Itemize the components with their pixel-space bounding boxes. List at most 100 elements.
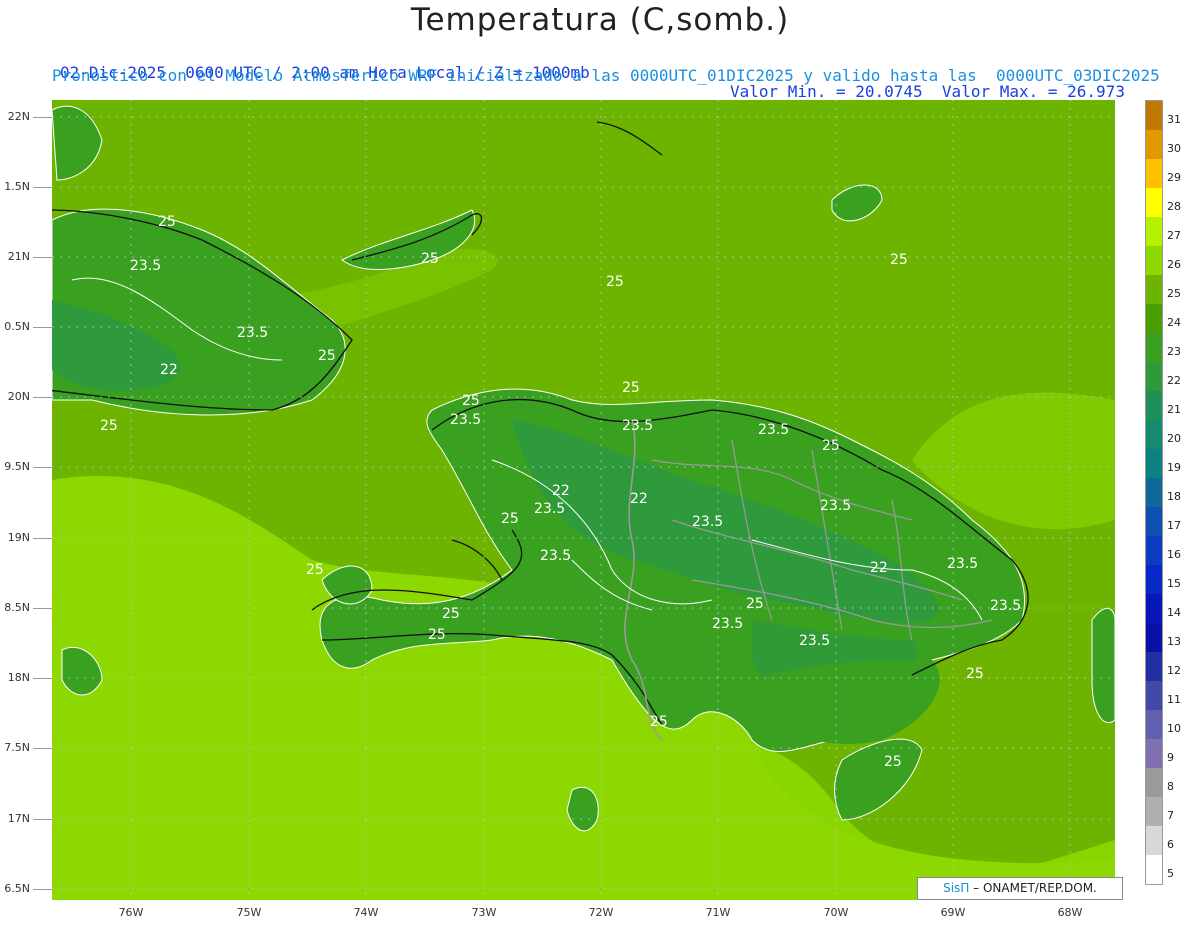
- colorbar-label: 21: [1167, 402, 1181, 416]
- contour-label: 25: [650, 714, 668, 730]
- colorbar: [1145, 100, 1163, 885]
- colorbar-label: 25: [1167, 286, 1181, 300]
- colorbar-swatch: [1146, 681, 1162, 710]
- y-tick: [33, 538, 52, 539]
- colorbar-swatch: [1146, 391, 1162, 420]
- y-label-17n: 17N: [7, 812, 30, 825]
- contour-label: 22: [630, 491, 648, 507]
- colorbar-swatch: [1146, 652, 1162, 681]
- y-tick: [33, 327, 52, 328]
- model-info-label: Pronostico con el Modelo Atmosferico WRF…: [52, 66, 1160, 85]
- x-label-72w: 72W: [588, 906, 614, 919]
- y-label-19n: 19N: [7, 531, 30, 544]
- contour-label: 25: [421, 251, 439, 267]
- contour-label: 22: [160, 362, 178, 378]
- contour-label: 23.5: [450, 412, 481, 428]
- colorbar-label: 17: [1167, 518, 1181, 532]
- colorbar-swatch: [1146, 159, 1162, 188]
- contour-label: 25: [822, 438, 840, 454]
- colorbar-swatch: [1146, 217, 1162, 246]
- x-label-69w: 69W: [940, 906, 966, 919]
- brand-logo-text: SisΠ: [943, 881, 970, 895]
- contour-label: 25: [462, 393, 480, 409]
- y-tick: [33, 117, 52, 118]
- colorbar-swatch: [1146, 246, 1162, 275]
- colorbar-label: 8: [1167, 779, 1174, 793]
- colorbar-label: 19: [1167, 460, 1181, 474]
- contour-label: 25: [622, 380, 640, 396]
- colorbar-swatch: [1146, 594, 1162, 623]
- contour-label: 25: [318, 348, 336, 364]
- colorbar-swatch: [1146, 304, 1162, 333]
- colorbar-label: 13: [1167, 634, 1181, 648]
- colorbar-swatch: [1146, 362, 1162, 391]
- colorbar-swatch: [1146, 130, 1162, 159]
- colorbar-label: 7: [1167, 808, 1174, 822]
- colorbar-label: 31: [1167, 112, 1181, 126]
- contour-label: 22: [870, 560, 888, 576]
- x-label-73w: 73W: [471, 906, 497, 919]
- contour-label: 25: [100, 418, 118, 434]
- contour-label: 23.5: [758, 422, 789, 438]
- colorbar-swatch: [1146, 275, 1162, 304]
- y-label-18-5n: 8.5N: [4, 601, 30, 614]
- colorbar-label: 29: [1167, 170, 1181, 184]
- contour-label: 25: [746, 596, 764, 612]
- y-label-22n: 22N: [7, 110, 30, 123]
- contour-label: 23.5: [799, 633, 830, 649]
- colorbar-swatch: [1146, 101, 1162, 130]
- y-tick: [33, 748, 52, 749]
- y-tick: [33, 819, 52, 820]
- colorbar-label: 30: [1167, 141, 1181, 155]
- y-label-16-5n: 6.5N: [4, 882, 30, 895]
- colorbar-label: 16: [1167, 547, 1181, 561]
- y-tick: [33, 889, 52, 890]
- colorbar-label: 18: [1167, 489, 1181, 503]
- y-label-20-5n: 0.5N: [4, 320, 30, 333]
- colorbar-swatch: [1146, 507, 1162, 536]
- x-label-76w: 76W: [118, 906, 144, 919]
- colorbar-label: 28: [1167, 199, 1181, 213]
- colorbar-label: 22: [1167, 373, 1181, 387]
- colorbar-swatch: [1146, 739, 1162, 768]
- contour-label: 25: [442, 606, 460, 622]
- contour-label: 23.5: [947, 556, 978, 572]
- colorbar-swatch: [1146, 826, 1162, 855]
- contour-label: 23.5: [990, 598, 1021, 614]
- colorbar-swatch: [1146, 478, 1162, 507]
- contour-label: 25: [884, 754, 902, 770]
- contour-label: 23.5: [237, 325, 268, 341]
- x-label-75w: 75W: [236, 906, 262, 919]
- colorbar-label: 5: [1167, 866, 1174, 880]
- colorbar-label: 14: [1167, 605, 1181, 619]
- y-label-20n: 20N: [7, 390, 30, 403]
- temperature-map: 25 23.5 22 23.5 25 25 25 25 23.5 22 23.5…: [52, 100, 1115, 900]
- contour-label: 22: [552, 483, 570, 499]
- y-tick: [33, 187, 52, 188]
- x-label-74w: 74W: [353, 906, 379, 919]
- x-label-68w: 68W: [1057, 906, 1083, 919]
- y-tick: [33, 467, 52, 468]
- contour-label: 25: [606, 274, 624, 290]
- colorbar-swatch: [1146, 768, 1162, 797]
- y-tick: [33, 257, 52, 258]
- colorbar-swatch: [1146, 188, 1162, 217]
- colorbar-swatch: [1146, 420, 1162, 449]
- colorbar-swatch: [1146, 623, 1162, 652]
- colorbar-swatch: [1146, 710, 1162, 739]
- colorbar-label: 12: [1167, 663, 1181, 677]
- colorbar-label: 27: [1167, 228, 1181, 242]
- y-label-17-5n: 7.5N: [4, 741, 30, 754]
- colorbar-swatch: [1146, 565, 1162, 594]
- contour-label: 25: [501, 511, 519, 527]
- contour-label: 23.5: [820, 498, 851, 514]
- y-tick: [33, 678, 52, 679]
- contour-label: 23.5: [712, 616, 743, 632]
- contour-label: 25: [966, 666, 984, 682]
- y-tick: [33, 608, 52, 609]
- colorbar-label: 9: [1167, 750, 1174, 764]
- colorbar-label: 10: [1167, 721, 1181, 735]
- colorbar-label: 11: [1167, 692, 1181, 706]
- contour-label: 23.5: [534, 501, 565, 517]
- y-label-21-5n: 1.5N: [4, 180, 30, 193]
